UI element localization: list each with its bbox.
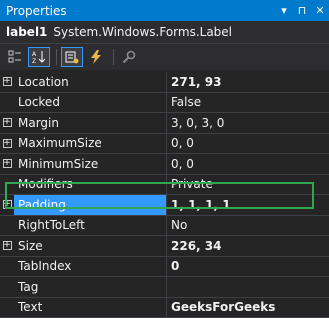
property-row-location[interactable]: + Location 271, 93 xyxy=(0,72,329,93)
property-name: Locked xyxy=(14,95,166,109)
property-row-padding[interactable]: + Padding 1, 1, 1, 1 xyxy=(0,195,329,216)
property-value[interactable]: 0, 0 xyxy=(167,136,329,150)
property-name: RightToLeft xyxy=(14,218,166,232)
events-icon[interactable] xyxy=(85,47,107,67)
categorized-icon[interactable] xyxy=(4,47,26,67)
property-value[interactable]: No xyxy=(167,218,329,232)
expand-icon[interactable]: + xyxy=(3,241,12,250)
property-row-tag[interactable]: Tag xyxy=(0,277,329,298)
window-title: Properties xyxy=(0,4,275,18)
object-selector[interactable]: label1 System.Windows.Forms.Label xyxy=(0,21,329,44)
expand-icon[interactable]: + xyxy=(3,118,12,127)
expand-icon[interactable]: + xyxy=(3,139,12,148)
close-icon[interactable]: ✕ xyxy=(311,0,329,21)
property-value[interactable]: 0, 0 xyxy=(167,157,329,171)
properties-title-bar: Properties ▾ ⊓ ✕ xyxy=(0,0,329,21)
property-name: Modifiers xyxy=(14,177,166,191)
svg-text:A: A xyxy=(32,51,37,58)
property-name: TabIndex xyxy=(14,259,166,273)
object-name: label1 xyxy=(6,25,47,39)
properties-toolbar: A Z xyxy=(0,44,329,70)
property-row-righttoleft[interactable]: RightToLeft No xyxy=(0,216,329,237)
property-pages-icon[interactable] xyxy=(118,47,140,67)
property-value[interactable]: 3, 0, 3, 0 xyxy=(167,116,329,130)
property-row-text[interactable]: Text GeeksForGeeks xyxy=(0,298,329,318)
property-name: MinimumSize xyxy=(14,157,166,171)
property-name: Padding xyxy=(14,195,166,215)
dropdown-icon[interactable]: ▾ xyxy=(275,0,293,21)
property-row-modifiers[interactable]: Modifiers Private xyxy=(0,175,329,196)
property-name: MaximumSize xyxy=(14,136,166,150)
property-name: Tag xyxy=(14,280,166,294)
property-row-margin[interactable]: + Margin 3, 0, 3, 0 xyxy=(0,113,329,134)
property-value[interactable]: GeeksForGeeks xyxy=(167,300,329,314)
property-name: Margin xyxy=(14,116,166,130)
property-value[interactable]: 0 xyxy=(167,259,329,273)
expand-icon[interactable]: + xyxy=(3,77,12,86)
expand-icon[interactable]: + xyxy=(3,159,12,168)
property-name: Location xyxy=(14,75,166,89)
property-value[interactable]: False xyxy=(167,95,329,109)
alphabetical-icon[interactable]: A Z xyxy=(28,47,50,67)
object-type: System.Windows.Forms.Label xyxy=(53,25,232,39)
property-value[interactable]: 1, 1, 1, 1 xyxy=(167,198,329,212)
svg-text:Z: Z xyxy=(32,58,36,64)
property-row-maximumsize[interactable]: + MaximumSize 0, 0 xyxy=(0,134,329,155)
property-value[interactable]: 226, 34 xyxy=(167,239,329,253)
property-value[interactable]: Private xyxy=(167,177,329,191)
expand-icon[interactable]: + xyxy=(3,200,12,209)
property-row-size[interactable]: + Size 226, 34 xyxy=(0,236,329,257)
property-grid: + Location 271, 93 Locked False + Margin… xyxy=(0,72,329,318)
property-row-tabindex[interactable]: TabIndex 0 xyxy=(0,257,329,278)
property-row-minimumsize[interactable]: + MinimumSize 0, 0 xyxy=(0,154,329,175)
property-row-locked[interactable]: Locked False xyxy=(0,93,329,114)
property-value[interactable]: 271, 93 xyxy=(167,75,329,89)
pin-icon[interactable]: ⊓ xyxy=(293,0,311,21)
properties-icon[interactable] xyxy=(61,47,83,67)
toolbar-separator xyxy=(56,49,57,65)
property-name: Text xyxy=(14,300,166,314)
property-name: Size xyxy=(14,239,166,253)
toolbar-separator xyxy=(113,49,114,65)
